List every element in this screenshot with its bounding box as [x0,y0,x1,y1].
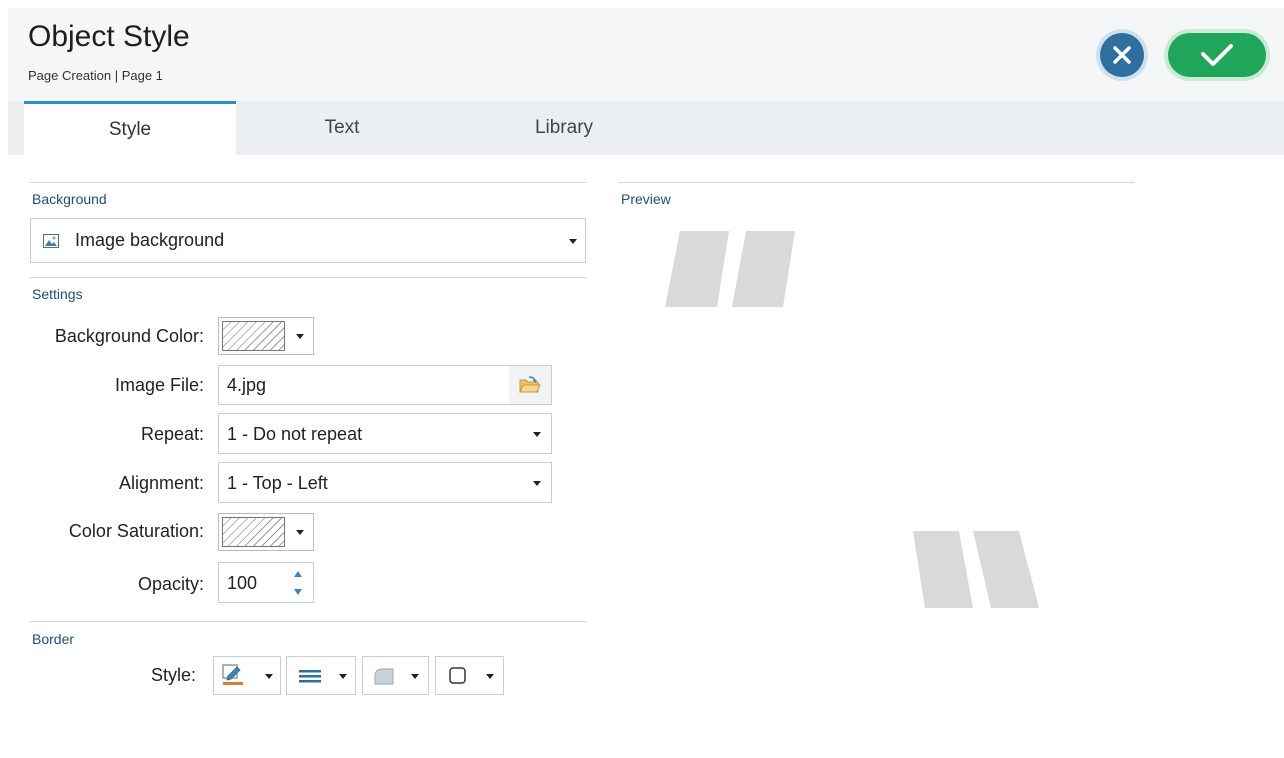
chevron-down-icon [296,530,304,535]
chevron-down-icon [533,432,541,437]
border-line-style-button[interactable] [286,656,356,695]
ok-button[interactable] [1164,29,1270,81]
divider [30,182,586,183]
chevron-down-icon [411,674,419,679]
close-icon [1113,46,1131,64]
spin-arrows-icon[interactable] [293,568,303,598]
image-file-label: Image File: [114,375,204,395]
dialog-title: Object Style [28,20,190,53]
divider [618,182,1135,183]
background-color-picker[interactable] [218,317,314,355]
repeat-label: Repeat: [140,424,204,444]
background-section-label: Background [32,191,107,207]
opacity-label: Opacity: [137,574,204,594]
border-section-label: Border [32,631,75,647]
dialog-header: Object Style Page Creation | Page 1 [8,8,1284,101]
background-type-value: Image background [75,230,225,250]
settings-section-label: Settings [32,286,83,302]
background-type-select[interactable]: Image background [30,218,586,263]
opacity-value: 100 [227,573,258,593]
image-file-field[interactable]: 4.jpg [218,365,552,405]
color-saturation-picker[interactable] [218,513,314,551]
preview-area [618,210,1135,630]
repeat-value: 1 - Do not repeat [227,424,363,444]
pen-color-icon [222,664,243,685]
rounded-corner-icon [374,668,394,685]
tab-text[interactable]: Text [236,101,448,155]
border-color-button[interactable] [213,656,281,695]
image-icon [43,234,59,248]
border-corner-button[interactable] [362,656,429,695]
border-shadow-button[interactable] [435,656,504,695]
chevron-down-icon [486,674,494,679]
transparent-swatch [222,517,285,547]
tab-bar: Style Text Library [8,101,1284,155]
line-style-icon [299,670,321,683]
browse-button[interactable] [509,366,551,404]
cancel-button[interactable] [1096,29,1148,81]
divider [30,621,586,622]
quote-marks-icon [665,231,1039,608]
preview-section-label: Preview [621,191,671,207]
chevron-down-icon [265,674,273,679]
checkbox-square-icon [449,667,466,684]
chevron-down-icon [533,481,541,486]
divider [30,277,586,278]
color-saturation-label: Color Saturation: [68,521,204,541]
border-style-label: Style: [150,665,196,685]
chevron-down-icon [339,674,347,679]
breadcrumb: Page Creation | Page 1 [28,68,163,83]
tab-library[interactable]: Library [454,101,674,155]
tab-style[interactable]: Style [24,101,236,155]
alignment-select[interactable]: 1 - Top - Left [218,462,552,503]
chevron-down-icon [569,239,577,244]
check-icon [1201,44,1233,66]
repeat-select[interactable]: 1 - Do not repeat [218,413,552,454]
alignment-label: Alignment: [118,473,204,493]
image-file-value: 4.jpg [227,375,267,395]
opacity-spinner[interactable]: 100 [218,562,314,603]
background-color-label: Background Color: [54,326,204,346]
transparent-swatch [222,321,285,351]
chevron-down-icon [296,334,304,339]
alignment-value: 1 - Top - Left [227,473,328,493]
folder-open-icon [519,376,541,393]
